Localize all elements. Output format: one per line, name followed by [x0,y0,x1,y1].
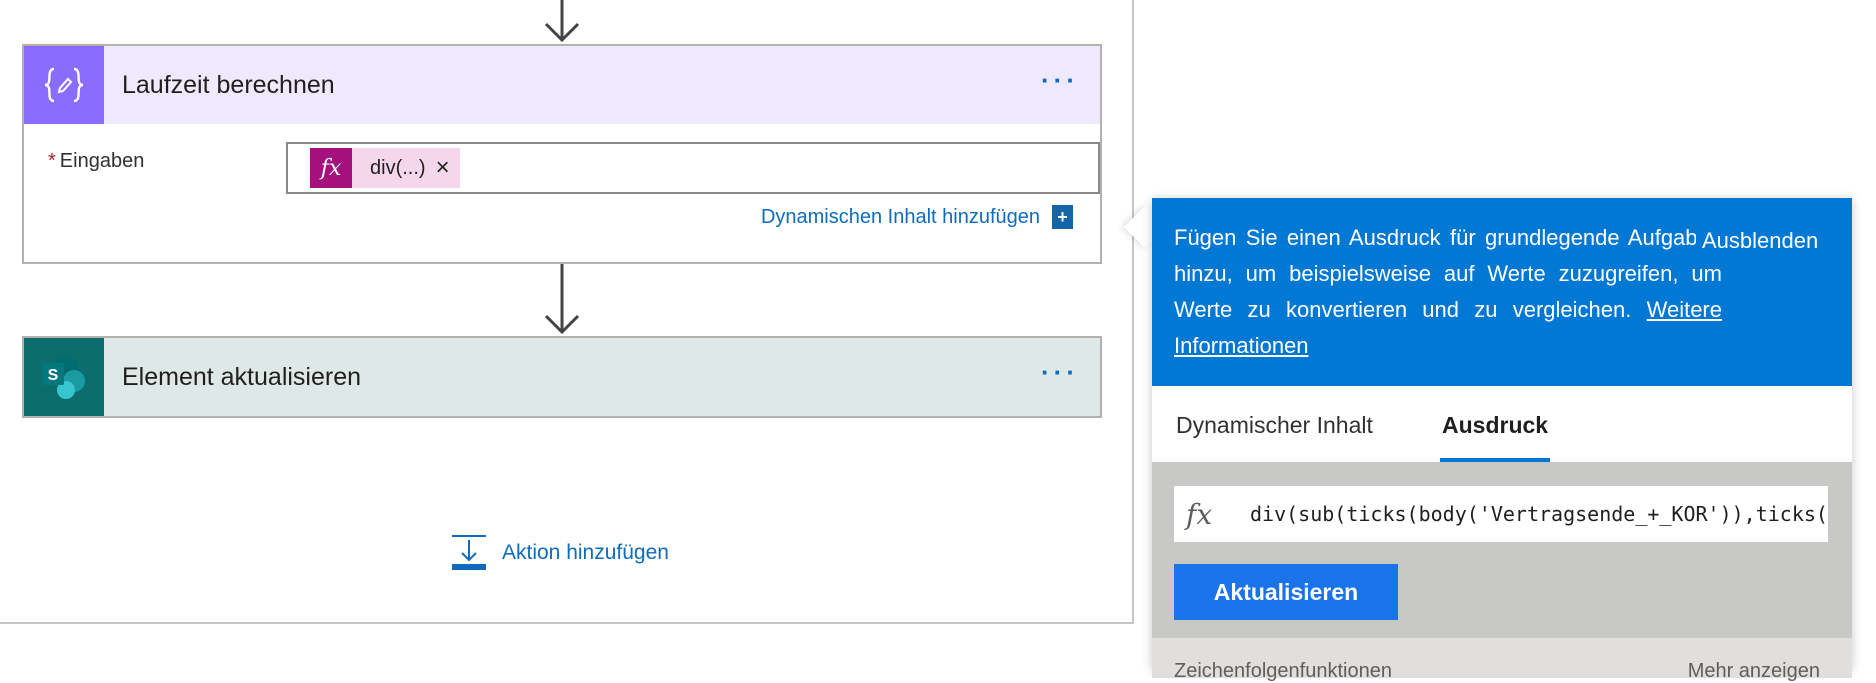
expression-token[interactable]: fx div(...) × [310,148,460,188]
inputs-label: * Eingaben [48,150,144,173]
panel-tabs: Dynamischer Inhalt Ausdruck [1152,386,1852,462]
expression-token-text[interactable]: div(...) [352,157,436,180]
add-dynamic-content-icon[interactable]: + [1052,205,1076,229]
inputs-field[interactable]: fx div(...) × [286,142,1100,194]
add-action-button[interactable]: Aktion hinzufügen [450,534,669,572]
hide-info-button[interactable]: Ausblenden [1696,224,1825,258]
show-more-link[interactable]: Mehr anzeigen [1688,660,1820,683]
add-action-icon [450,534,488,572]
update-item-action-card[interactable]: S Element aktualisieren ··· [22,336,1102,418]
connector-arrow-middle [542,264,582,336]
expression-info-text: Fügen Sie einen Ausdruck für grundlegend… [1174,220,1722,364]
update-button[interactable]: Aktualisieren [1174,564,1398,620]
remove-token-icon[interactable]: × [436,154,460,182]
compose-card-title: Laufzeit berechnen [122,70,335,99]
expression-input[interactable]: fx div(sub(ticks(body('Vertragsende_+_KO… [1174,486,1828,542]
inputs-label-text: Eingaben [59,150,145,172]
compose-more-options-icon[interactable]: ··· [1020,65,1100,106]
update-item-card-header[interactable]: S Element aktualisieren ··· [24,338,1100,416]
sharepoint-icon: S [24,338,104,416]
update-item-more-options-icon[interactable]: ··· [1020,357,1100,398]
function-icon: fx [1186,498,1213,531]
tab-expression[interactable]: Ausdruck [1442,412,1548,439]
expression-info-banner: Fügen Sie einen Ausdruck für grundlegend… [1152,198,1852,386]
required-mark: * [48,150,56,172]
canvas-bottom-border [0,622,1134,624]
function-icon: fx [310,148,352,188]
compose-icon [24,46,104,124]
update-item-card-title: Element aktualisieren [122,362,362,391]
expression-info-description: Fügen Sie einen Ausdruck für grundlegend… [1174,225,1722,322]
add-action-label[interactable]: Aktion hinzufügen [502,541,669,565]
canvas-right-border [1132,0,1134,624]
add-dynamic-content-link[interactable]: Dynamischen Inhalt hinzufügen [761,206,1040,229]
expression-editor-area: fx div(sub(ticks(body('Vertragsende_+_KO… [1152,462,1852,682]
connector-arrow-top [542,0,582,44]
string-functions-label: Zeichenfolgenfunktionen [1174,660,1392,682]
expression-panel: Fügen Sie einen Ausdruck für grundlegend… [1152,198,1852,682]
expression-input-value[interactable]: div(sub(ticks(body('Vertragsende_+_KOR')… [1250,502,1828,526]
tab-dynamic-content[interactable]: Dynamischer Inhalt [1176,412,1373,439]
compose-card-header[interactable]: Laufzeit berechnen ··· [24,46,1100,124]
function-list-header: Zeichenfolgenfunktionen Mehr anzeigen [1152,638,1852,682]
compose-action-card[interactable]: Laufzeit berechnen ··· * Eingaben fx div(… [22,44,1102,264]
svg-text:S: S [48,367,59,384]
